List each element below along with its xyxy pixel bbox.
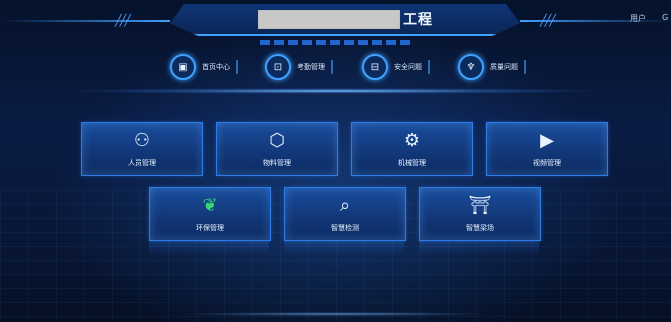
- module-video[interactable]: ▶ 视频管理: [486, 122, 608, 176]
- video-file-icon: ▶: [540, 129, 554, 151]
- gears-icon: ⚙: [403, 129, 421, 151]
- clipboard-icon: ⊡: [265, 54, 291, 80]
- module-label: 物料管理: [263, 158, 291, 167]
- card-reflection: [284, 241, 404, 255]
- person-gear-icon: ⚇: [133, 129, 151, 151]
- header-strip: [260, 40, 410, 45]
- nav-item-attendance[interactable]: ⊡ 考勤管理: [265, 54, 333, 80]
- user-extra[interactable]: G: [662, 13, 668, 22]
- card-reflection: [149, 241, 269, 255]
- nav-item-quality[interactable]: ♆ 质量问题: [458, 54, 526, 80]
- header: ╱╱╱ 工程 ╱╱╱ 用户 G: [0, 0, 671, 38]
- nav-label: 质量问题: [490, 63, 518, 71]
- module-materials[interactable]: ⬡ 物料管理: [216, 122, 338, 176]
- leaf-icon: ❦: [202, 194, 218, 216]
- title-redaction: [258, 10, 400, 29]
- nav-divider: [236, 60, 238, 74]
- top-nav: ▣ 首页中心 ⊡ 考勤管理 ⊟ 安全问题 ♆ 质量问题: [170, 54, 530, 80]
- nav-label: 首页中心: [202, 63, 230, 71]
- divider-glow: [60, 88, 610, 94]
- nav-item-home[interactable]: ▣ 首页中心: [170, 54, 238, 80]
- page-title: 工程: [403, 12, 433, 28]
- module-beam-yard[interactable]: ⛩ 智慧梁场: [419, 187, 541, 241]
- cube-icon: ⬡: [269, 129, 285, 151]
- nav-divider: [428, 60, 430, 74]
- module-personnel[interactable]: ⚇ 人员管理: [81, 122, 203, 176]
- dashboard-page: ╱╱╱ 工程 ╱╱╱ 用户 G ▣ 首页中心 ⊡ 考勤管理 ⊟ 安全问题 ♆ 质…: [0, 0, 671, 322]
- card-reflection: [419, 241, 539, 255]
- module-label: 智慧梁场: [466, 223, 494, 232]
- module-label: 机械管理: [398, 158, 426, 167]
- nav-label: 考勤管理: [297, 63, 325, 71]
- module-machinery[interactable]: ⚙ 机械管理: [351, 122, 473, 176]
- nav-divider: [524, 60, 526, 74]
- bottom-glow: [180, 312, 490, 316]
- module-label: 人员管理: [128, 158, 156, 167]
- header-deco-right: ╱╱╱: [540, 14, 556, 27]
- header-line-left: [0, 20, 170, 22]
- search-arrow-icon: ⌕: [339, 194, 351, 216]
- user-menu[interactable]: 用户: [630, 13, 646, 24]
- nav-item-safety[interactable]: ⊟ 安全问题: [362, 54, 430, 80]
- module-environment[interactable]: ❦ 环保管理: [149, 187, 271, 241]
- module-label: 智慧检测: [331, 223, 359, 232]
- alert-screen-icon: ⊟: [362, 54, 388, 80]
- module-label: 视频管理: [533, 158, 561, 167]
- module-inspection[interactable]: ⌕ 智慧检测: [284, 187, 406, 241]
- nav-divider: [331, 60, 333, 74]
- module-label: 环保管理: [196, 223, 224, 232]
- nav-label: 安全问题: [394, 63, 422, 71]
- road-gate-icon: ⛩: [468, 194, 492, 216]
- header-deco-left: ╱╱╱: [115, 14, 131, 27]
- monitor-chart-icon: ▣: [170, 54, 196, 80]
- shield-icon: ♆: [458, 54, 484, 80]
